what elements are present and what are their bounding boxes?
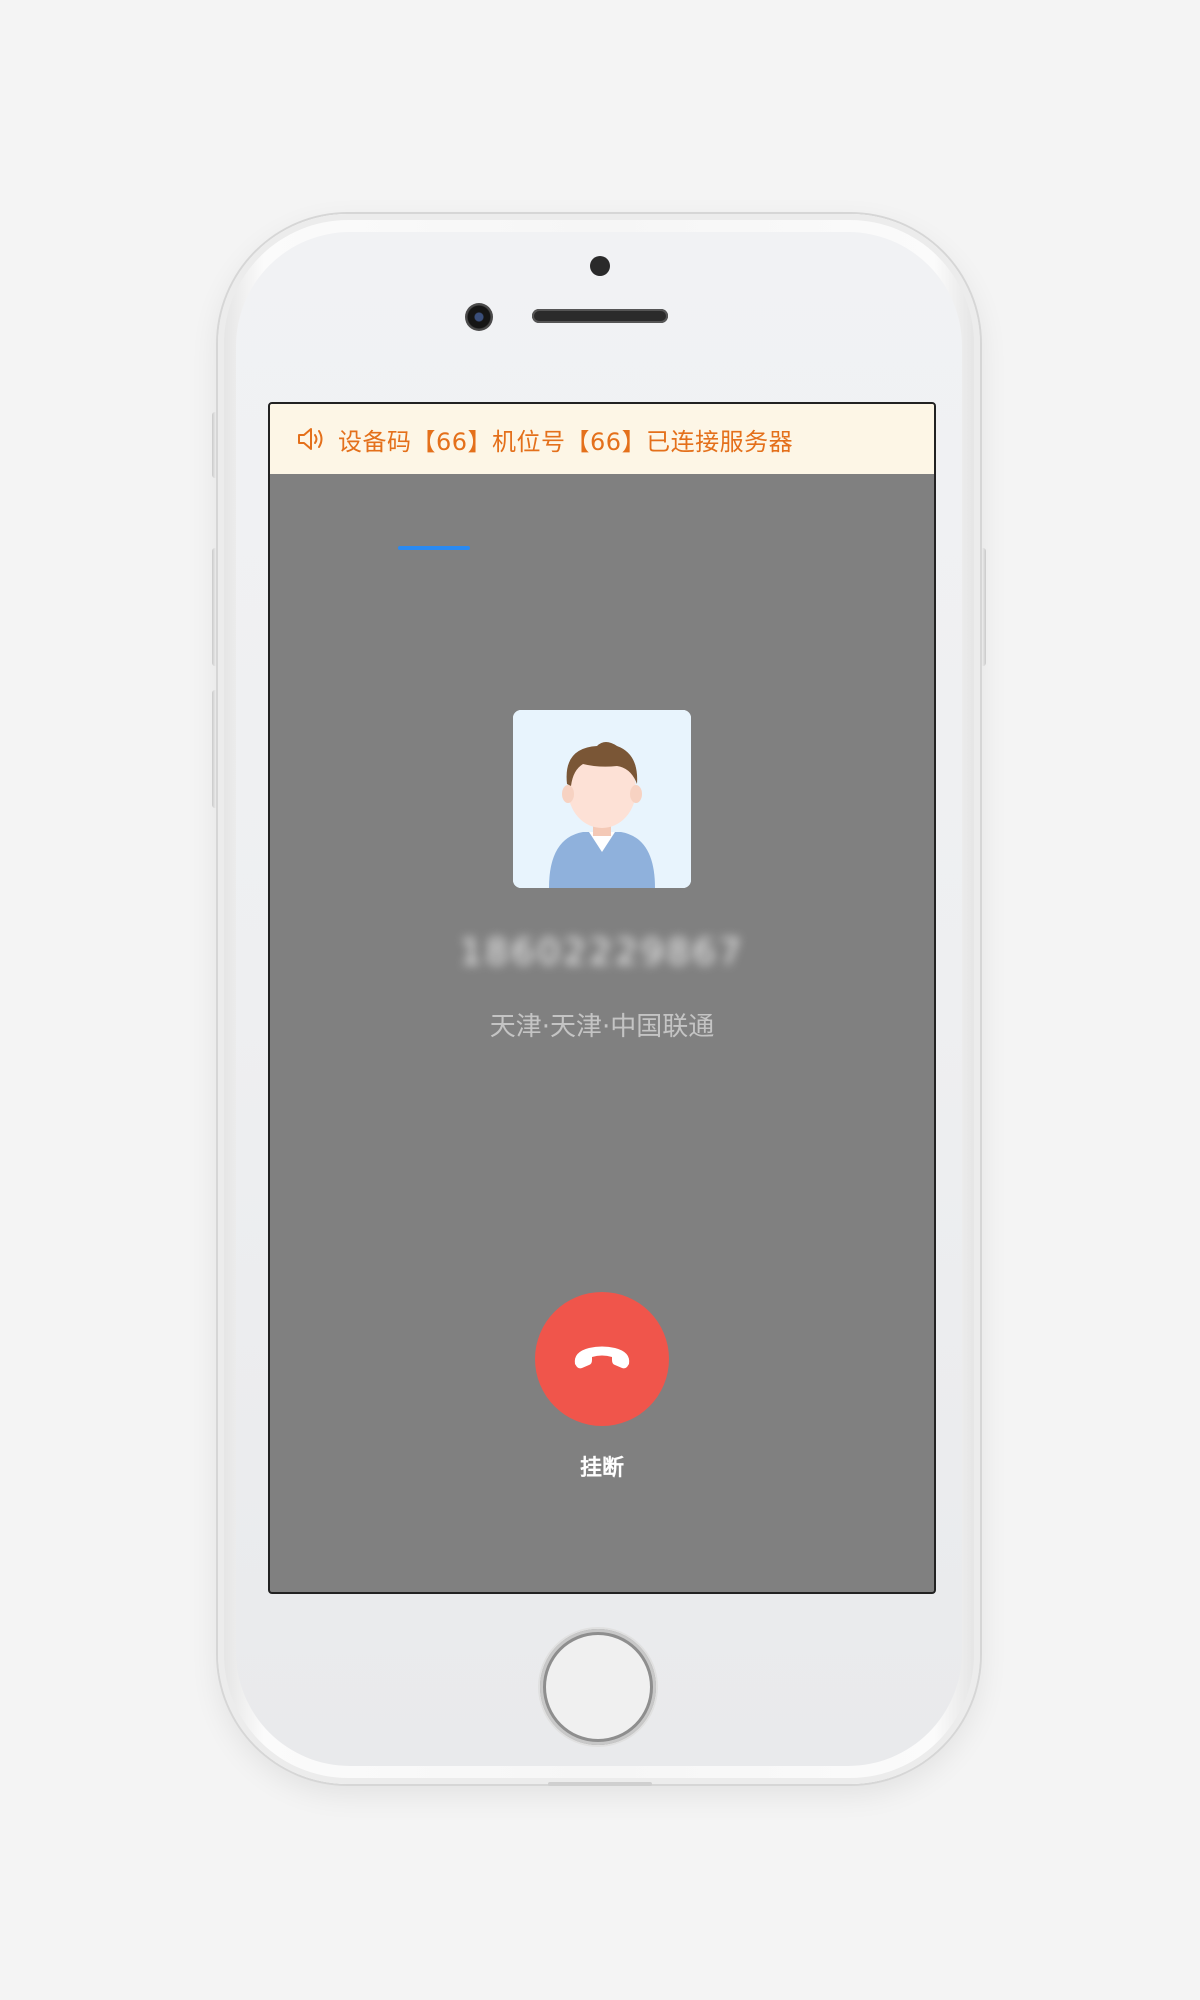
- caller-phone-number: 18602229867: [459, 932, 745, 973]
- home-button[interactable]: [540, 1629, 656, 1745]
- front-camera: [465, 303, 493, 331]
- speaker-icon: [296, 425, 326, 453]
- connection-notice-text: 设备码【66】机位号【66】已连接服务器: [338, 427, 794, 456]
- caller-location: 天津·天津·中国联通: [489, 1012, 715, 1042]
- hang-up-label: 挂断: [579, 1456, 624, 1481]
- hang-up-phone-icon: [569, 1342, 635, 1376]
- connection-notice-bar: 设备码【66】机位号【66】已连接服务器: [270, 404, 934, 474]
- call-screen: 设备码【66】机位号【66】已连接服务器 18602229867 天津·天津·中…: [268, 402, 936, 1594]
- earpiece-speaker: [532, 309, 668, 323]
- power-button[interactable]: [979, 548, 986, 666]
- proximity-sensor: [590, 256, 610, 276]
- user-avatar-icon: [513, 710, 691, 888]
- page: 设备码【66】机位号【66】已连接服务器 18602229867 天津·天津·中…: [0, 0, 1200, 2000]
- bottom-port: [548, 1782, 652, 1786]
- hang-up-button[interactable]: [535, 1292, 669, 1426]
- tab-indicator: [398, 546, 470, 550]
